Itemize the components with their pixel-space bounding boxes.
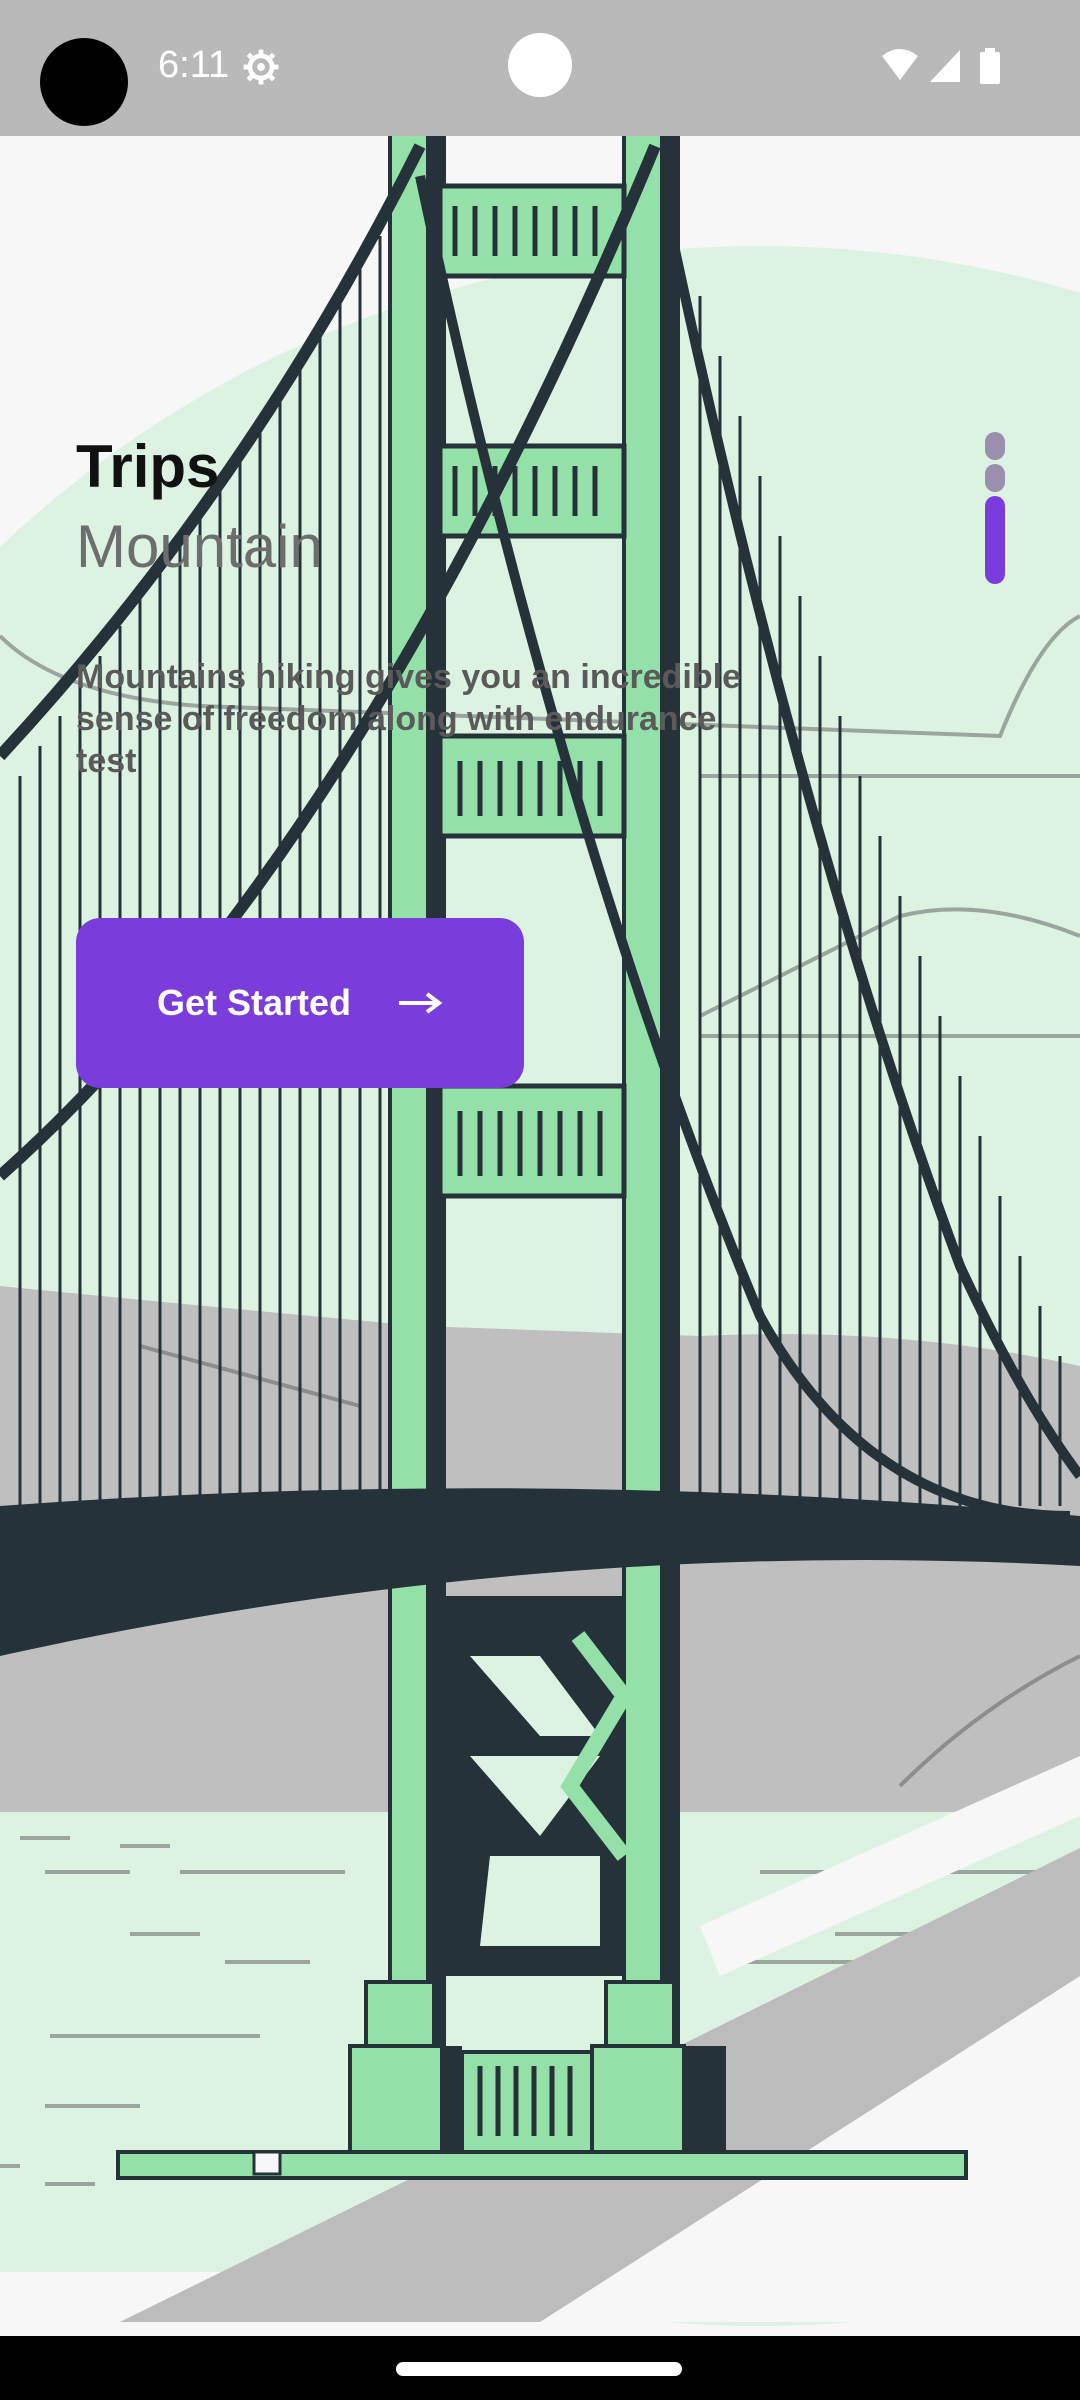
onboarding-content: Trips Mountain Mountains hiking gives yo… bbox=[0, 0, 1080, 2400]
page-dot-2[interactable] bbox=[985, 464, 1005, 492]
home-indicator[interactable] bbox=[396, 2362, 682, 2376]
get-started-label: Get Started bbox=[156, 982, 352, 1023]
get-started-button[interactable]: Get Started bbox=[76, 918, 524, 1088]
page-indicator bbox=[985, 432, 1005, 584]
page-title: Trips bbox=[76, 433, 220, 500]
arrow-right-icon bbox=[399, 992, 443, 1014]
settings-icon bbox=[243, 49, 279, 85]
status-bar: 6:11 bbox=[0, 0, 1080, 136]
wifi-icon bbox=[882, 49, 918, 80]
description: Mountains hiking gives you an incredible… bbox=[76, 658, 741, 780]
page-dot-active[interactable] bbox=[985, 496, 1005, 584]
page-subtitle: Mountain bbox=[76, 513, 323, 580]
front-camera bbox=[508, 33, 572, 97]
battery-icon bbox=[980, 52, 1000, 84]
system-icons bbox=[882, 48, 1000, 84]
status-time: 6:11 bbox=[158, 44, 230, 86]
signal-icon bbox=[930, 50, 960, 82]
page-dot-1[interactable] bbox=[985, 432, 1005, 460]
camera-cutout bbox=[40, 38, 128, 126]
